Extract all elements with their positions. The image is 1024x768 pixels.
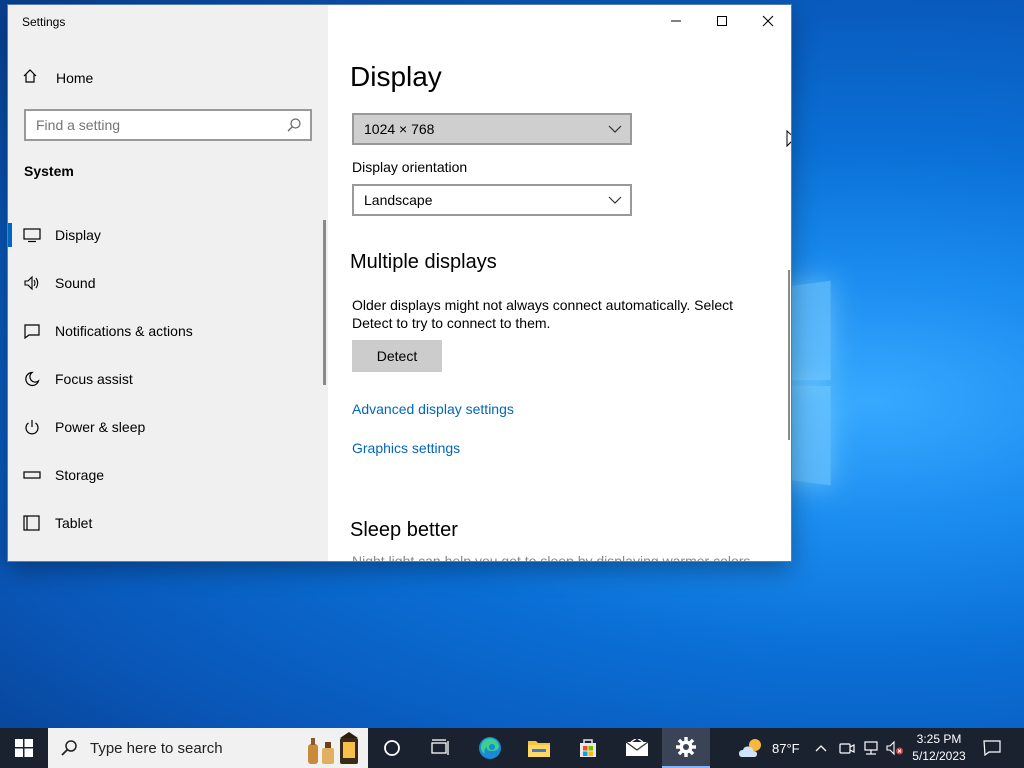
network-icon: [864, 741, 878, 755]
edge-icon: [479, 737, 501, 759]
graphics-settings-link[interactable]: Graphics settings: [352, 440, 460, 456]
sleep-better-heading: Sleep better: [350, 519, 458, 541]
network-button[interactable]: [861, 728, 881, 768]
dropdown-value: Landscape: [364, 192, 433, 208]
storage-icon: [23, 466, 41, 484]
search-input[interactable]: [26, 111, 276, 139]
maximize-icon: [717, 16, 727, 26]
mail-button[interactable]: [613, 728, 661, 768]
maximize-button[interactable]: [699, 5, 745, 37]
speaker-icon: [23, 274, 41, 292]
home-icon: [22, 68, 38, 89]
clock-date: 5/12/2023: [912, 749, 966, 763]
sidebar-item-tablet[interactable]: Tablet: [8, 499, 328, 547]
file-explorer-button[interactable]: [515, 728, 563, 768]
action-center-button[interactable]: [982, 728, 1002, 768]
multiple-displays-heading: Multiple displays: [350, 251, 497, 273]
sidebar-item-focus-assist[interactable]: Focus assist: [8, 355, 328, 403]
chevron-up-icon: [815, 745, 827, 752]
window-title: Settings: [22, 15, 66, 29]
section-label-system: System: [24, 163, 74, 179]
taskbar-search-box[interactable]: Type here to search: [48, 728, 368, 768]
monitor-icon: [23, 226, 41, 244]
weather-widget[interactable]: 87°F: [738, 728, 800, 768]
sidebar-item-display[interactable]: Display: [8, 211, 328, 259]
volume-muted-icon: [886, 740, 903, 756]
sidebar-item-storage[interactable]: Storage: [8, 451, 328, 499]
close-button[interactable]: [745, 5, 791, 37]
window-controls: [653, 5, 791, 37]
weather-temperature: 87°F: [772, 740, 800, 756]
camera-icon: [839, 743, 855, 754]
orientation-label: Display orientation: [352, 159, 468, 175]
settings-taskbar-button[interactable]: [662, 728, 710, 768]
microsoft-store-button[interactable]: [564, 728, 612, 768]
minimize-button[interactable]: [653, 5, 699, 37]
search-highlight-illustration: [302, 730, 364, 768]
sidebar-item-notifications[interactable]: Notifications & actions: [8, 307, 328, 355]
taskbar: Type here to search 87°F 3:25 PM 5/12/20…: [0, 728, 1024, 768]
sidebar-item-label: Tablet: [55, 515, 93, 531]
taskbar-search-placeholder: Type here to search: [90, 739, 223, 757]
meet-now-button[interactable]: [838, 728, 856, 768]
home-label: Home: [56, 70, 94, 86]
sidebar-nav: Display Sound Notifications & actions Fo…: [8, 211, 328, 547]
close-icon: [762, 15, 774, 27]
sidebar-item-power-sleep[interactable]: Power & sleep: [8, 403, 328, 451]
sidebar-item-sound[interactable]: Sound: [8, 259, 328, 307]
sidebar-item-label: Notifications & actions: [55, 323, 193, 339]
page-title: Display: [350, 61, 442, 92]
notification-icon: [983, 740, 1001, 757]
cortana-circle-icon: [384, 740, 400, 756]
content-scrollbar[interactable]: [788, 270, 790, 440]
sidebar-scrollbar[interactable]: [323, 220, 326, 385]
sidebar-item-label: Sound: [55, 275, 96, 291]
detect-button[interactable]: Detect: [352, 340, 442, 372]
multiple-displays-description: Older displays might not always connect …: [352, 297, 734, 331]
notification-icon: [23, 322, 41, 340]
sidebar: Settings Home System Display: [8, 5, 328, 561]
tablet-icon: [23, 514, 41, 532]
sidebar-item-label: Power & sleep: [55, 419, 146, 435]
volume-button[interactable]: [885, 728, 905, 768]
power-icon: [23, 418, 41, 436]
mail-envelope-icon: [625, 739, 649, 756]
edge-browser-button[interactable]: [466, 728, 514, 768]
store-bag-icon: [580, 739, 596, 757]
sidebar-item-label: Display: [55, 227, 101, 243]
settings-window: Settings Home System Display: [8, 5, 791, 561]
task-view-button[interactable]: [416, 728, 464, 768]
partly-cloudy-icon: [739, 739, 761, 757]
sidebar-item-label: Storage: [55, 467, 105, 483]
chevron-down-icon: [608, 193, 622, 210]
mouse-cursor-icon: [786, 129, 791, 155]
start-button[interactable]: [0, 728, 48, 768]
clock-time: 3:25 PM: [916, 732, 962, 746]
search-icon[interactable]: [286, 117, 302, 138]
content-pane: Display 1024 × 768 Display orientation L…: [328, 5, 791, 561]
minimize-icon: [671, 20, 681, 22]
taskbar-clock[interactable]: 3:25 PM 5/12/2023: [906, 731, 972, 765]
display-resolution-dropdown[interactable]: 1024 × 768: [352, 113, 632, 145]
windows-logo-wallpaper: [774, 270, 907, 500]
show-hidden-icons-button[interactable]: [814, 728, 828, 768]
cortana-button[interactable]: [368, 728, 416, 768]
gear-icon: [676, 737, 696, 757]
moon-icon: [23, 370, 41, 388]
display-orientation-dropdown[interactable]: Landscape: [352, 184, 632, 216]
sidebar-home[interactable]: Home: [22, 67, 93, 89]
folder-icon: [528, 741, 550, 757]
find-setting-search[interactable]: [24, 109, 312, 141]
chevron-down-icon: [608, 122, 622, 139]
dropdown-value: 1024 × 768: [364, 121, 435, 137]
windows-start-icon: [15, 739, 33, 757]
sidebar-item-label: Focus assist: [55, 371, 133, 387]
advanced-display-settings-link[interactable]: Advanced display settings: [352, 401, 514, 417]
search-icon: [60, 739, 78, 757]
sleep-better-description: Night light can help you get to sleep by…: [352, 553, 751, 561]
task-view-icon: [431, 739, 449, 755]
